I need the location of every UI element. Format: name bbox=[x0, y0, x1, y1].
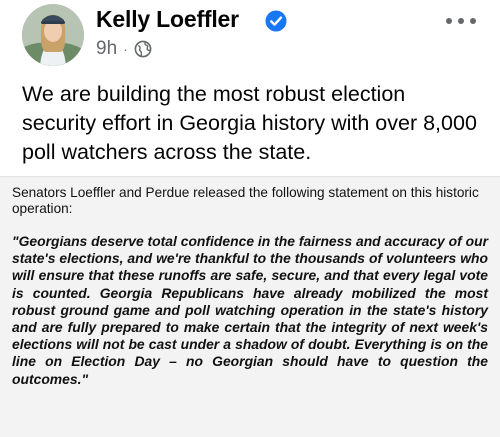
more-dot bbox=[446, 18, 452, 24]
more-dot bbox=[458, 18, 464, 24]
meta-separator: · bbox=[123, 41, 128, 57]
statement-image[interactable]: Senators Loeffler and Perdue released th… bbox=[0, 176, 500, 437]
statement-quote: "Georgians deserve total confidence in t… bbox=[12, 233, 488, 387]
statement-intro: Senators Loeffler and Perdue released th… bbox=[12, 185, 479, 216]
globe-icon bbox=[134, 40, 152, 58]
post-meta: 9h · bbox=[96, 38, 152, 60]
post-header: Kelly Loeffler 9h · bbox=[0, 0, 500, 72]
avatar-image bbox=[22, 4, 84, 66]
post-text: We are building the most robust election… bbox=[22, 82, 477, 164]
post-timestamp[interactable]: 9h bbox=[96, 38, 117, 60]
more-dot bbox=[470, 18, 476, 24]
more-options-icon[interactable] bbox=[446, 14, 476, 28]
author-name[interactable]: Kelly Loeffler bbox=[96, 6, 239, 33]
verified-badge-icon bbox=[265, 10, 287, 32]
author-avatar[interactable] bbox=[22, 4, 84, 66]
